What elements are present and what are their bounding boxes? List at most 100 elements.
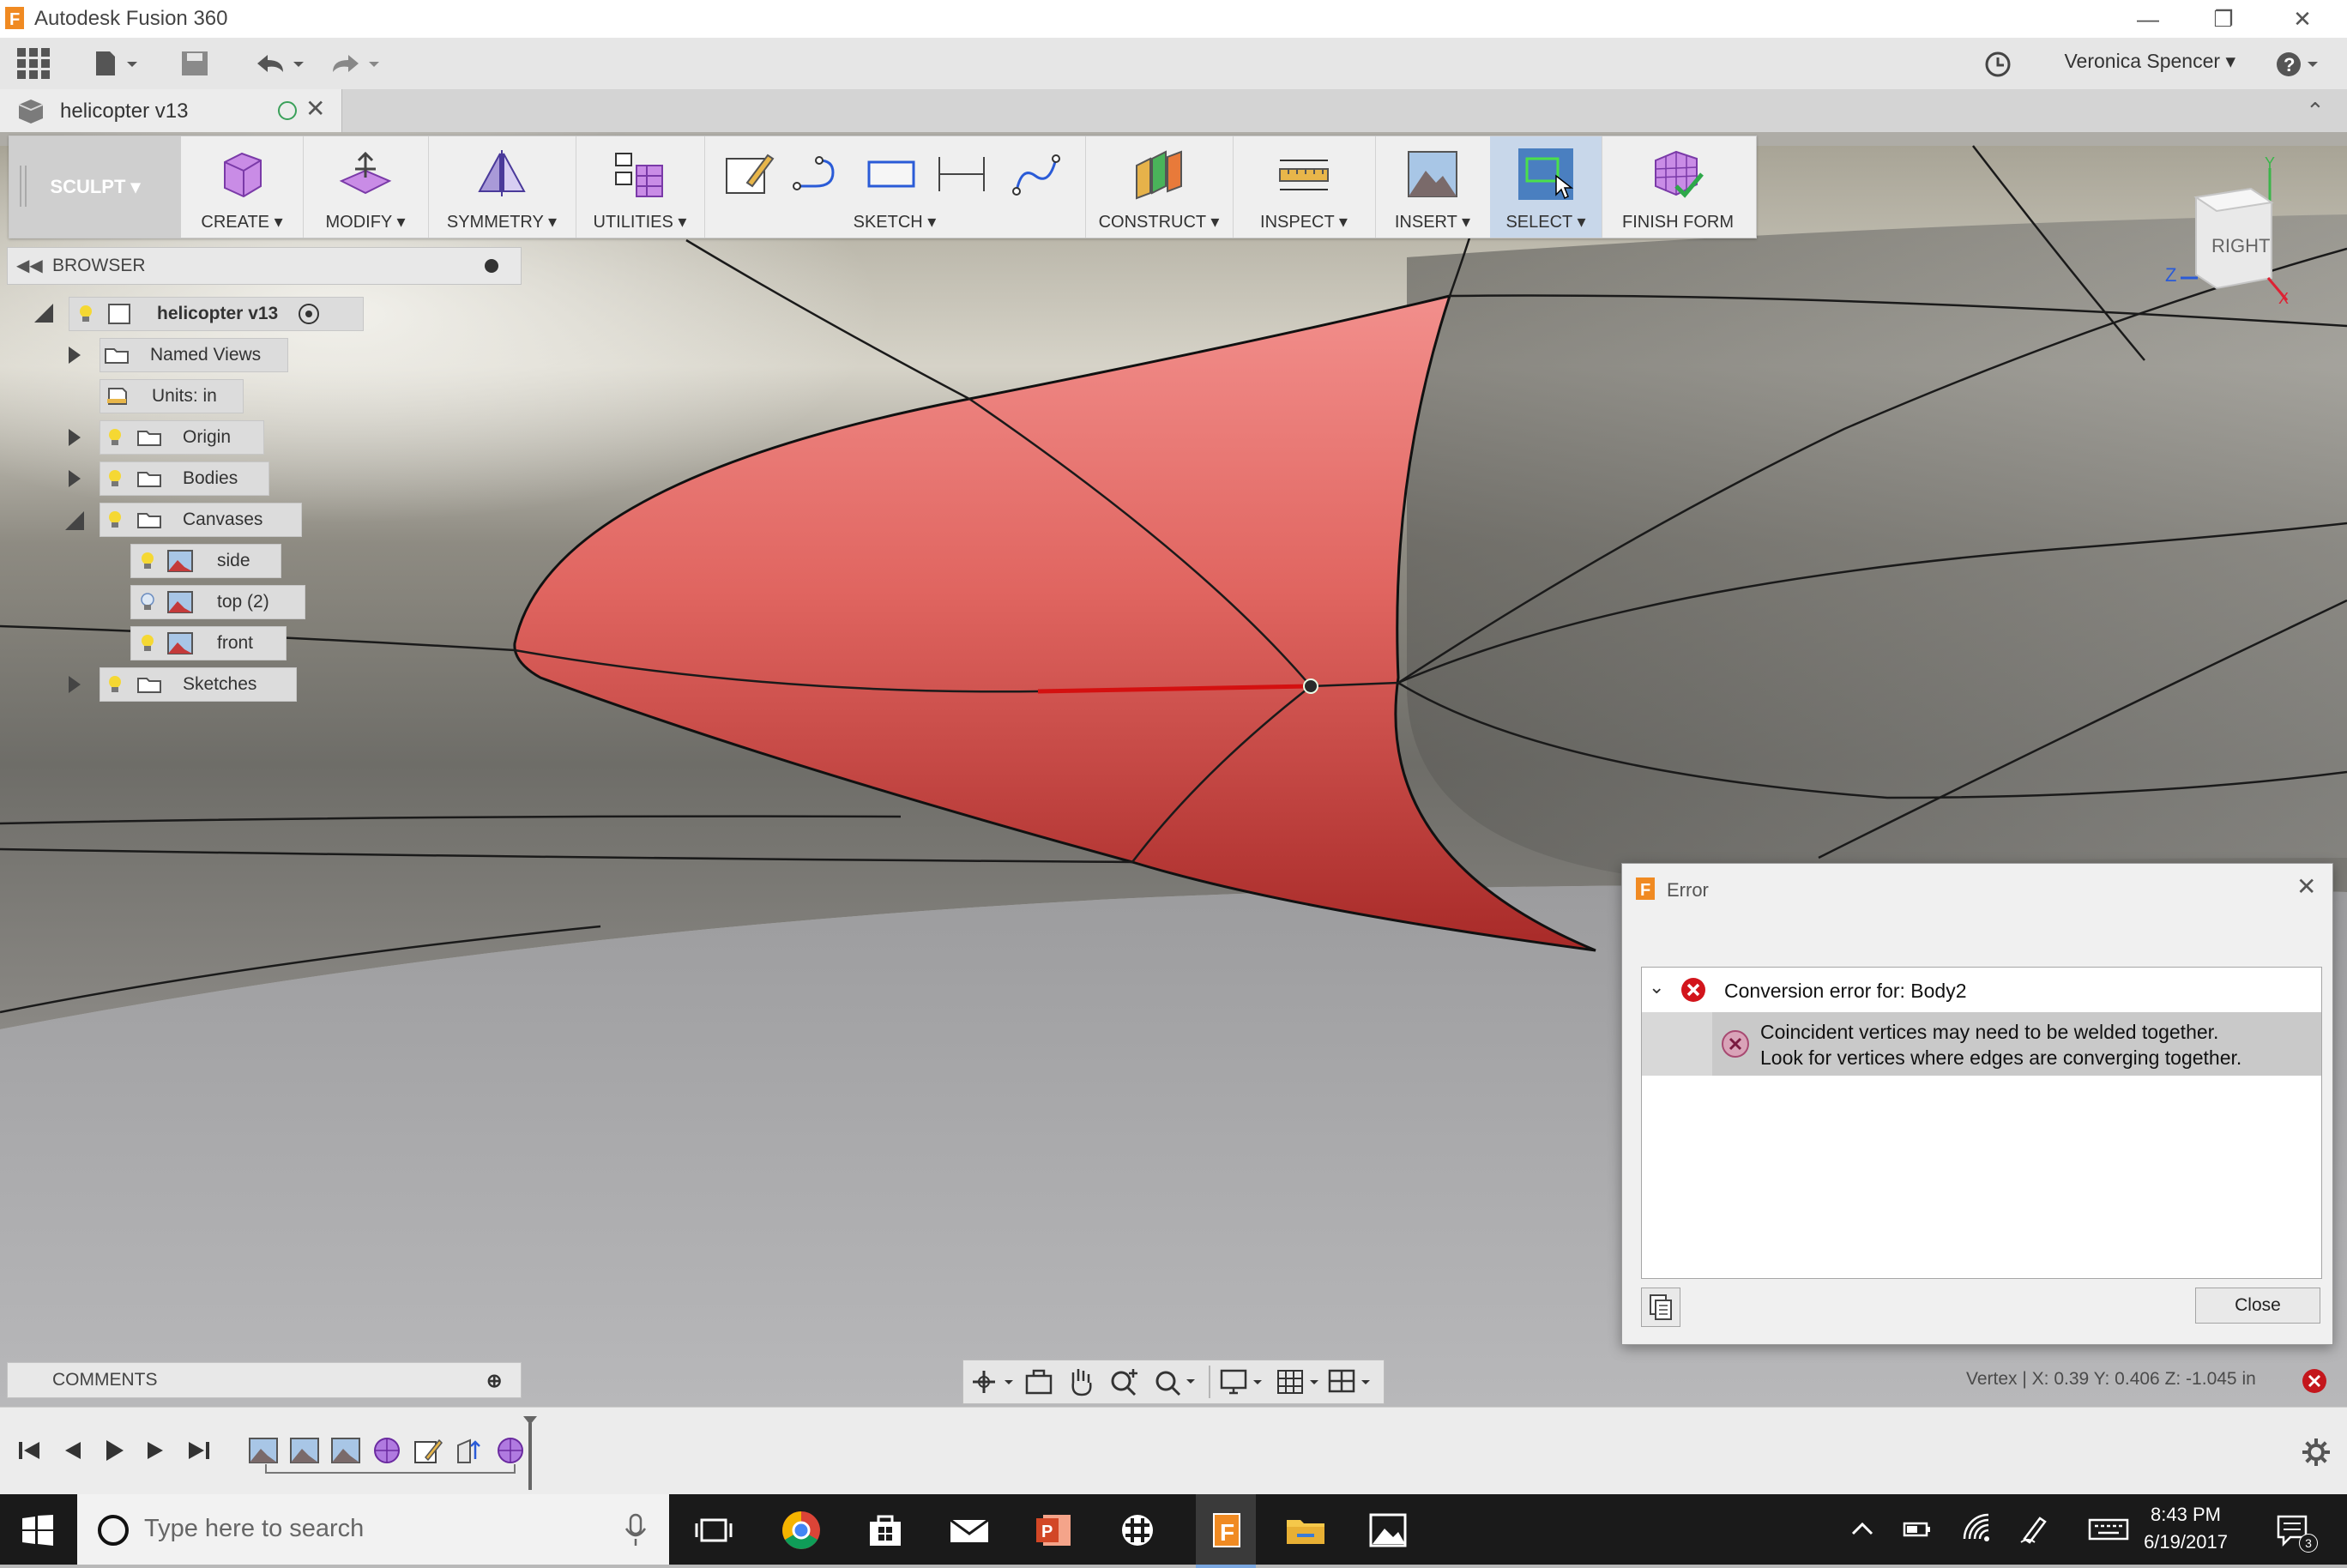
mail-icon[interactable]	[944, 1505, 995, 1556]
timeline-settings-gear-icon[interactable]	[2301, 1437, 2332, 1468]
system-clock[interactable]: 8:43 PM 6/19/2017	[2126, 1501, 2246, 1556]
view-cube[interactable]: Y RIGHT Z X	[2162, 149, 2290, 307]
copy-to-clipboard-button[interactable]	[1641, 1288, 1680, 1327]
zoom-window-icon[interactable]	[1152, 1366, 1200, 1398]
step-forward-icon[interactable]	[139, 1433, 173, 1468]
pen-ink-workspace-icon[interactable]	[2019, 1513, 2050, 1544]
chrome-icon[interactable]	[775, 1505, 827, 1556]
workspace-switcher[interactable]: SCULPT ▾	[9, 136, 181, 238]
visibility-bulb-icon[interactable]	[140, 552, 155, 570]
task-view-icon[interactable]	[688, 1505, 739, 1556]
browser-item-canvas-front[interactable]: front	[130, 626, 287, 660]
dialog-close-icon[interactable]: ✕	[2296, 872, 2316, 901]
go-to-end-icon[interactable]	[182, 1433, 216, 1468]
battery-icon[interactable]	[1903, 1517, 1934, 1542]
construct-menu[interactable]: CONSTRUCT ▾	[1085, 136, 1234, 238]
restore-button[interactable]: ❐	[2186, 0, 2261, 38]
microphone-icon[interactable]	[623, 1513, 649, 1547]
zoom-icon[interactable]	[1107, 1366, 1142, 1398]
drag-handle-icon[interactable]	[20, 166, 27, 207]
expand-triangle-icon[interactable]	[69, 347, 81, 364]
close-button[interactable]: Close	[2195, 1288, 2320, 1324]
file-explorer-icon[interactable]	[1280, 1505, 1331, 1556]
add-comment-icon[interactable]: ⊕	[486, 1370, 502, 1392]
timeline-canvas-icon[interactable]	[290, 1437, 319, 1464]
error-group-row[interactable]: ⌄ Conversion error for: Body2	[1642, 968, 2321, 1012]
orbit-icon[interactable]	[970, 1367, 1018, 1396]
viewports-icon[interactable]	[1327, 1367, 1375, 1396]
store-icon[interactable]	[860, 1505, 911, 1556]
select-menu[interactable]: SELECT ▾	[1490, 136, 1602, 238]
utilities-menu[interactable]: UTILITIES ▾	[576, 136, 705, 238]
fusion-360-taskbar-icon[interactable]: F	[1201, 1505, 1252, 1556]
view-cube-graphic[interactable]: Y	[2162, 149, 2290, 304]
visibility-bulb-icon[interactable]	[107, 428, 123, 447]
browser-item-canvas-side[interactable]: side	[130, 544, 281, 578]
powerpoint-icon[interactable]: P	[1028, 1505, 1079, 1556]
browser-item-canvases[interactable]: Canvases	[100, 503, 302, 537]
expanded-triangle-icon[interactable]	[65, 511, 84, 530]
browser-panel-header[interactable]: ◀◀ BROWSER	[7, 247, 522, 285]
expand-triangle-icon[interactable]	[69, 429, 81, 446]
grid-snaps-icon[interactable]	[1276, 1367, 1324, 1396]
chevron-down-icon[interactable]: ⌄	[1649, 976, 1664, 998]
error-message-row[interactable]: Coincident vertices may need to be welde…	[1642, 1012, 2321, 1076]
timeline-canvas-icon[interactable]	[331, 1437, 360, 1464]
browser-item-canvas-top[interactable]: top (2)	[130, 585, 305, 619]
undo-icon[interactable]	[249, 50, 307, 77]
activate-radio-icon[interactable]	[299, 304, 320, 324]
collapse-panel-icon[interactable]: ◀◀	[16, 255, 43, 276]
visibility-bulb-icon[interactable]	[78, 305, 94, 323]
minimize-button[interactable]: —	[2110, 0, 2186, 38]
close-tab-icon[interactable]: ✕	[305, 94, 325, 123]
inspect-menu[interactable]: INSPECT ▾	[1233, 136, 1376, 238]
expand-triangle-icon[interactable]	[69, 470, 81, 487]
visibility-bulb-icon[interactable]	[107, 510, 123, 529]
create-menu[interactable]: CREATE ▾	[181, 136, 304, 238]
look-at-icon[interactable]	[1023, 1367, 1056, 1396]
browser-item-named-views[interactable]: Named Views	[100, 338, 288, 372]
go-to-start-icon[interactable]	[12, 1433, 46, 1468]
timeline-canvas-icon[interactable]	[249, 1437, 278, 1464]
user-account-menu[interactable]: Veronica Spencer ▾	[2064, 50, 2235, 73]
display-settings-icon[interactable]	[1219, 1367, 1267, 1396]
finish-form-button[interactable]: FINISH FORM	[1602, 136, 1754, 238]
browser-root-node[interactable]: helicopter v13	[69, 297, 364, 331]
visibility-bulb-icon[interactable]	[140, 634, 155, 653]
visibility-bulb-off-icon[interactable]	[140, 593, 155, 612]
photos-icon[interactable]	[1362, 1505, 1414, 1556]
step-back-icon[interactable]	[55, 1433, 89, 1468]
collapse-chevron-up-icon[interactable]: ⌃	[2306, 98, 2325, 124]
play-icon[interactable]	[96, 1433, 130, 1468]
expand-triangle-icon[interactable]	[69, 676, 81, 693]
timeline-sketch-icon[interactable]	[413, 1437, 443, 1464]
insert-menu[interactable]: INSERT ▾	[1375, 136, 1491, 238]
redo-icon[interactable]	[324, 50, 383, 77]
modify-menu[interactable]: MODIFY ▾	[303, 136, 429, 238]
touch-keyboard-icon[interactable]	[2088, 1517, 2131, 1542]
browser-item-bodies[interactable]: Bodies	[100, 461, 269, 496]
windows-start-icon[interactable]	[22, 1515, 53, 1546]
taskbar-search-box[interactable]: Type here to search	[77, 1494, 669, 1565]
browser-item-sketches[interactable]: Sketches	[100, 667, 297, 702]
browser-item-units[interactable]: Units: in	[100, 379, 244, 413]
pan-hand-icon[interactable]	[1065, 1366, 1097, 1398]
show-hidden-icons-chevron-icon[interactable]	[1849, 1517, 1875, 1542]
error-status-icon[interactable]	[2301, 1367, 2328, 1395]
slack-icon[interactable]	[1112, 1505, 1163, 1556]
browser-options-icon[interactable]	[485, 259, 498, 273]
visibility-bulb-icon[interactable]	[107, 469, 123, 488]
browser-item-origin[interactable]: Origin	[100, 420, 264, 455]
document-tab[interactable]: helicopter v13 ✕	[0, 89, 342, 132]
save-icon[interactable]	[180, 50, 209, 77]
help-icon[interactable]: ?	[2275, 50, 2326, 79]
sketch-menu[interactable]: SKETCH ▾	[704, 136, 1086, 238]
wifi-icon[interactable]	[1961, 1513, 1992, 1544]
file-menu-icon[interactable]	[93, 50, 141, 77]
visibility-bulb-icon[interactable]	[107, 675, 123, 694]
data-panel-grid-icon[interactable]	[17, 48, 51, 79]
timeline-form-icon[interactable]	[496, 1437, 525, 1464]
comments-panel-header[interactable]: COMMENTS ⊕	[7, 1362, 522, 1398]
close-window-button[interactable]: ✕	[2265, 0, 2340, 38]
symmetry-menu[interactable]: SYMMETRY ▾	[428, 136, 576, 238]
